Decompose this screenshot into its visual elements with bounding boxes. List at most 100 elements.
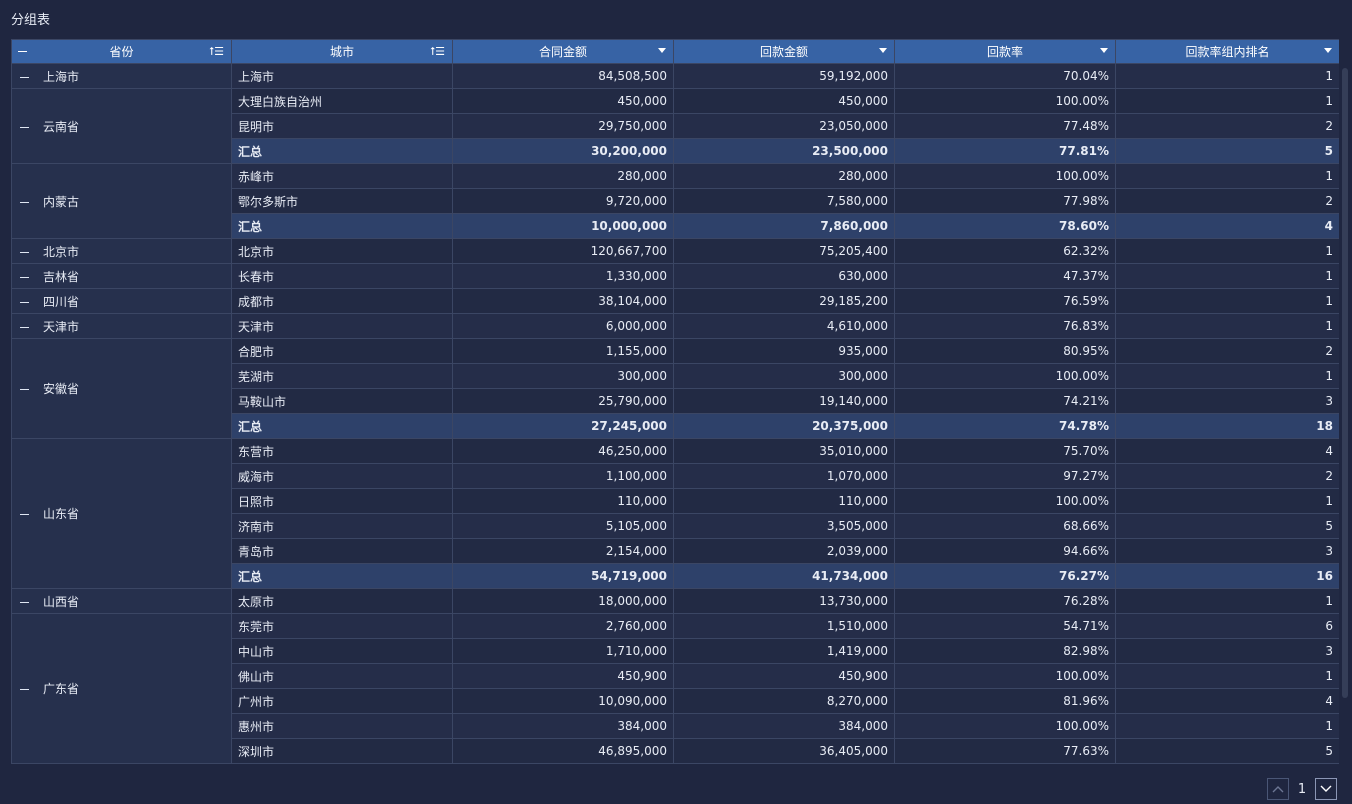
rate-cell: 97.27%: [894, 463, 1116, 489]
vertical-scrollbar[interactable]: [1342, 68, 1348, 698]
group-table: 省份 ⭡☰ 城市 ⭡☰ 合同金额 回款金额 回款率 回款率组内排名 上海市 上海…: [11, 39, 1339, 767]
rank-cell: 1: [1115, 313, 1339, 339]
payback-cell: 29,185,200: [673, 288, 895, 314]
next-page-button[interactable]: [1315, 778, 1337, 800]
city-cell: 深圳市: [231, 738, 453, 764]
header-city[interactable]: 城市 ⭡☰: [231, 39, 453, 64]
province-cell[interactable]: 上海市: [11, 63, 232, 89]
province-cell[interactable]: 内蒙古: [11, 163, 232, 239]
rank-cell: 4: [1115, 438, 1339, 464]
payback-cell: 935,000: [673, 338, 895, 364]
province-cell[interactable]: 北京市: [11, 238, 232, 264]
rate-cell: 76.59%: [894, 288, 1116, 314]
province-cell[interactable]: 云南省: [11, 88, 232, 164]
page-number: 1: [1297, 781, 1307, 797]
city-cell: 日照市: [231, 488, 453, 514]
province-cell[interactable]: 四川省: [11, 288, 232, 314]
province-cell[interactable]: 吉林省: [11, 263, 232, 289]
contract-cell: 46,250,000: [452, 438, 674, 464]
rank-cell: 1: [1115, 238, 1339, 264]
rank-cell: 5: [1115, 738, 1339, 764]
province-cell[interactable]: 山西省: [11, 588, 232, 614]
collapse-icon[interactable]: [20, 323, 29, 332]
contract-cell: 384,000: [452, 713, 674, 739]
contract-cell: 280,000: [452, 163, 674, 189]
contract-cell: 1,330,000: [452, 263, 674, 289]
rate-cell: 75.70%: [894, 438, 1116, 464]
table-row[interactable]: 天津市 天津市 6,000,000 4,610,000 76.83% 1: [11, 313, 1339, 339]
caret-down-icon[interactable]: [658, 48, 666, 53]
header-rate[interactable]: 回款率: [894, 39, 1116, 64]
province-cell[interactable]: 山东省: [11, 438, 232, 589]
caret-down-icon[interactable]: [1100, 48, 1108, 53]
table-row[interactable]: 内蒙古 赤峰市 280,000 280,000 100.00% 1: [11, 163, 1339, 239]
collapse-icon[interactable]: [20, 248, 29, 257]
table-row[interactable]: 山东省 东营市 46,250,000 35,010,000 75.70% 4: [11, 438, 1339, 589]
payback-cell: 384,000: [673, 713, 895, 739]
payback-cell: 13,730,000: [673, 588, 895, 614]
collapse-icon[interactable]: [20, 685, 29, 694]
province-cell[interactable]: 广东省: [11, 613, 232, 764]
contract-cell: 120,667,700: [452, 238, 674, 264]
contract-cell: 54,719,000: [452, 563, 674, 589]
rate-cell: 54.71%: [894, 613, 1116, 639]
rate-cell: 70.04%: [894, 63, 1116, 89]
collapse-icon[interactable]: [20, 510, 29, 519]
rate-cell: 100.00%: [894, 88, 1116, 114]
collapse-icon[interactable]: [20, 123, 29, 132]
collapse-icon[interactable]: [20, 385, 29, 394]
prev-page-button[interactable]: [1267, 778, 1289, 800]
payback-cell: 1,070,000: [673, 463, 895, 489]
collapse-icon[interactable]: [20, 273, 29, 282]
rank-cell: 2: [1115, 113, 1339, 139]
sort-icon[interactable]: ⭡☰: [430, 45, 445, 59]
payback-cell: 23,050,000: [673, 113, 895, 139]
table-row[interactable]: 云南省 大理白族自治州 450,000 450,000 100.00% 1: [11, 88, 1339, 164]
contract-cell: 6,000,000: [452, 313, 674, 339]
province-label: 吉林省: [43, 269, 80, 284]
province-label: 山西省: [43, 594, 80, 609]
table-row[interactable]: 安徽省 合肥市 1,155,000 935,000 80.95% 2: [11, 338, 1339, 439]
rank-cell: 1: [1115, 488, 1339, 514]
contract-cell: 30,200,000: [452, 138, 674, 164]
caret-down-icon[interactable]: [879, 48, 887, 53]
rank-cell: 3: [1115, 538, 1339, 564]
table-row[interactable]: 四川省 成都市 38,104,000 29,185,200 76.59% 1: [11, 288, 1339, 314]
contract-cell: 10,090,000: [452, 688, 674, 714]
city-cell: 上海市: [231, 63, 453, 89]
province-cell[interactable]: 天津市: [11, 313, 232, 339]
city-cell: 昆明市: [231, 113, 453, 139]
sort-icon[interactable]: ⭡☰: [209, 45, 224, 59]
table-row[interactable]: 广东省 东莞市 2,760,000 1,510,000 54.71% 6: [11, 613, 1339, 764]
caret-down-icon[interactable]: [1324, 48, 1332, 53]
rank-cell: 4: [1115, 213, 1339, 239]
rank-cell: 6: [1115, 613, 1339, 639]
collapse-all-icon[interactable]: [18, 51, 27, 52]
payback-cell: 19,140,000: [673, 388, 895, 414]
province-cell[interactable]: 安徽省: [11, 338, 232, 439]
header-payback[interactable]: 回款金额: [673, 39, 895, 64]
city-cell: 汇总: [231, 138, 453, 164]
collapse-icon[interactable]: [20, 598, 29, 607]
table-body: 上海市 上海市 84,508,500 59,192,000 70.04% 1 云南省 大理白族…: [11, 63, 1339, 764]
header-rank[interactable]: 回款率组内排名: [1115, 39, 1339, 64]
table-row[interactable]: 吉林省 长春市 1,330,000 630,000 47.37% 1: [11, 263, 1339, 289]
collapse-icon[interactable]: [20, 298, 29, 307]
collapse-icon[interactable]: [20, 73, 29, 82]
rate-cell: 76.83%: [894, 313, 1116, 339]
table-row[interactable]: 北京市 北京市 120,667,700 75,205,400 62.32% 1: [11, 238, 1339, 264]
contract-cell: 84,508,500: [452, 63, 674, 89]
table-row[interactable]: 山西省 太原市 18,000,000 13,730,000 76.28% 1: [11, 588, 1339, 614]
collapse-icon[interactable]: [20, 198, 29, 207]
payback-cell: 8,270,000: [673, 688, 895, 714]
table-row[interactable]: 上海市 上海市 84,508,500 59,192,000 70.04% 1: [11, 63, 1339, 89]
rate-cell: 100.00%: [894, 163, 1116, 189]
payback-cell: 7,580,000: [673, 188, 895, 214]
payback-cell: 2,039,000: [673, 538, 895, 564]
header-contract[interactable]: 合同金额: [452, 39, 674, 64]
rank-cell: 1: [1115, 288, 1339, 314]
contract-cell: 18,000,000: [452, 588, 674, 614]
contract-cell: 46,895,000: [452, 738, 674, 764]
rate-cell: 81.96%: [894, 688, 1116, 714]
header-province[interactable]: 省份 ⭡☰: [11, 39, 232, 64]
